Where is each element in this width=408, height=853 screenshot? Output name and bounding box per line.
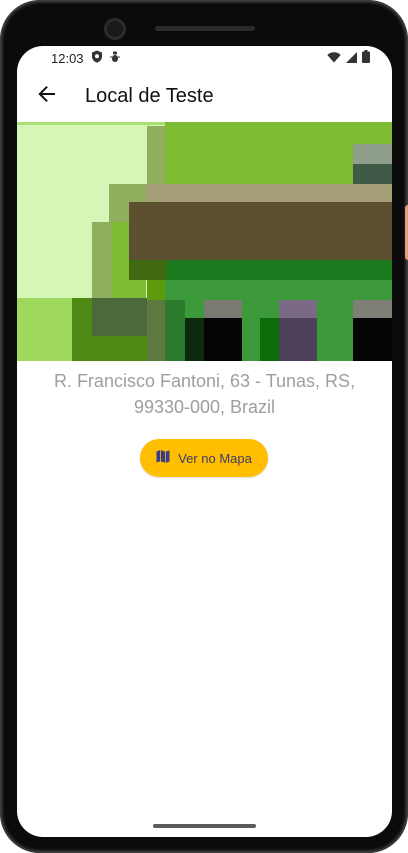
shield-icon [91, 50, 103, 66]
phone-device: 12:03 Local de Teste R. Francisco Fanton… [0, 0, 408, 853]
signal-icon [346, 51, 357, 66]
map-button-label: Ver no Mapa [178, 450, 252, 466]
location-address: R. Francisco Fantoni, 63 - Tunas, RS, 99… [53, 371, 356, 417]
status-right [327, 50, 370, 66]
app-bar: Local de Teste [17, 70, 392, 122]
status-time: 12:03 [51, 50, 84, 66]
front-camera [104, 18, 126, 40]
location-photo [17, 122, 392, 361]
page-title: Local de Teste [85, 84, 214, 107]
map-icon [156, 450, 170, 466]
status-bar: 12:03 [17, 46, 392, 70]
home-indicator[interactable] [153, 824, 256, 828]
phone-bezel: 12:03 Local de Teste R. Francisco Fanton… [0, 0, 408, 853]
location-image [17, 122, 392, 361]
back-button[interactable] [21, 70, 73, 122]
battery-icon [362, 50, 370, 66]
arrow-back-icon [37, 84, 57, 109]
wifi-icon [327, 51, 341, 66]
status-left: 12:03 [51, 50, 120, 66]
earpiece-speaker [155, 26, 255, 31]
debug-icon [109, 51, 120, 66]
view-on-map-button[interactable]: Ver no Mapa [140, 439, 268, 477]
screen: 12:03 Local de Teste R. Francisco Fanton… [17, 46, 392, 837]
